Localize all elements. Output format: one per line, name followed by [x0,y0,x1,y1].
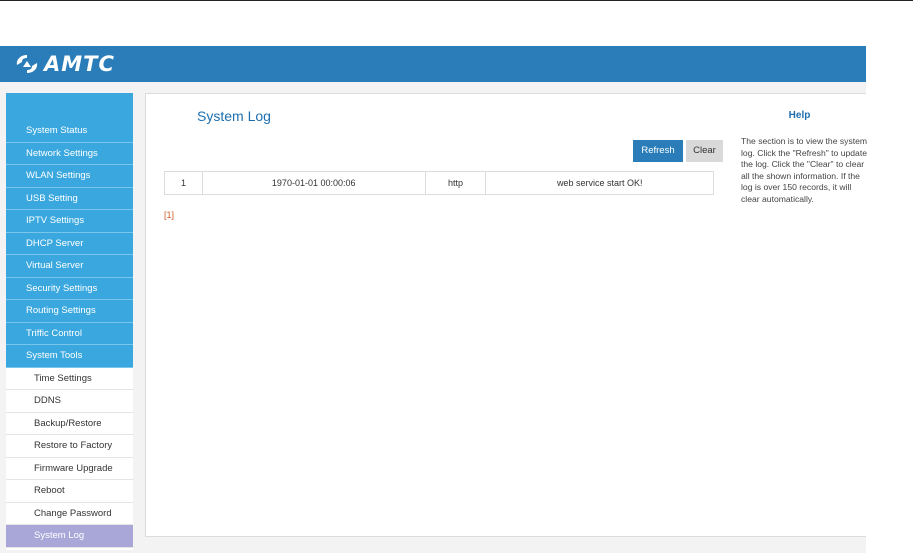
clear-button[interactable]: Clear [686,140,723,162]
sidebar-item-traffic-control[interactable]: Triffic Control [6,322,133,345]
brand-name: AMTC [44,52,115,76]
sidebar-item-usb-setting[interactable]: USB Setting [6,187,133,210]
main-panel: System Log Refresh Clear 1 1970-01-01 00… [145,93,734,537]
sidebar: System Status Network Settings WLAN Sett… [6,93,133,550]
sidebar-header [6,93,133,120]
sidebar-item-virtual-server[interactable]: Virtual Server [6,255,133,278]
log-time-cell: 1970-01-01 00:00:06 [201,171,426,195]
log-message-cell: web service start OK! [485,171,714,195]
sidebar-subitem-backup-restore[interactable]: Backup/Restore [6,412,133,435]
log-type-cell: http [424,171,487,195]
sidebar-item-system-tools[interactable]: System Tools [6,345,133,368]
sidebar-item-system-status[interactable]: System Status [6,120,133,143]
help-text: The section is to view the system log. C… [741,136,868,204]
sidebar-item-routing-settings[interactable]: Routing Settings [6,300,133,323]
help-panel: Help The section is to view the system l… [733,93,868,537]
table-row: 1 1970-01-01 00:00:06 http web service s… [164,171,714,195]
help-title: Help [788,110,811,121]
brand-logo-icon [16,55,38,73]
top-rule [0,0,913,1]
brand-logo: AMTC [14,51,115,77]
sidebar-item-iptv-settings[interactable]: IPTV Settings [6,210,133,233]
sidebar-subitem-firmware-upgrade[interactable]: Firmware Upgrade [6,457,133,480]
pagination-page-1[interactable]: [1] [164,210,174,220]
header-bar: AMTC [0,46,866,82]
sidebar-subitem-time-settings[interactable]: Time Settings [6,367,133,390]
log-table: 1 1970-01-01 00:00:06 http web service s… [164,171,714,195]
sidebar-item-network-settings[interactable]: Network Settings [6,142,133,165]
sidebar-subitem-restore-factory[interactable]: Restore to Factory [6,435,133,458]
sidebar-item-security-settings[interactable]: Security Settings [6,277,133,300]
sidebar-subitem-reboot[interactable]: Reboot [6,480,133,503]
sidebar-subitem-system-log[interactable]: System Log [6,525,133,548]
sidebar-item-wlan-settings[interactable]: WLAN Settings [6,165,133,188]
sidebar-item-dhcp-server[interactable]: DHCP Server [6,232,133,255]
log-index-cell: 1 [164,171,203,195]
sidebar-subitem-change-password[interactable]: Change Password [6,502,133,525]
refresh-button[interactable]: Refresh [633,140,683,162]
page-title: System Log [197,108,271,124]
sidebar-subitem-ddns[interactable]: DDNS [6,390,133,413]
